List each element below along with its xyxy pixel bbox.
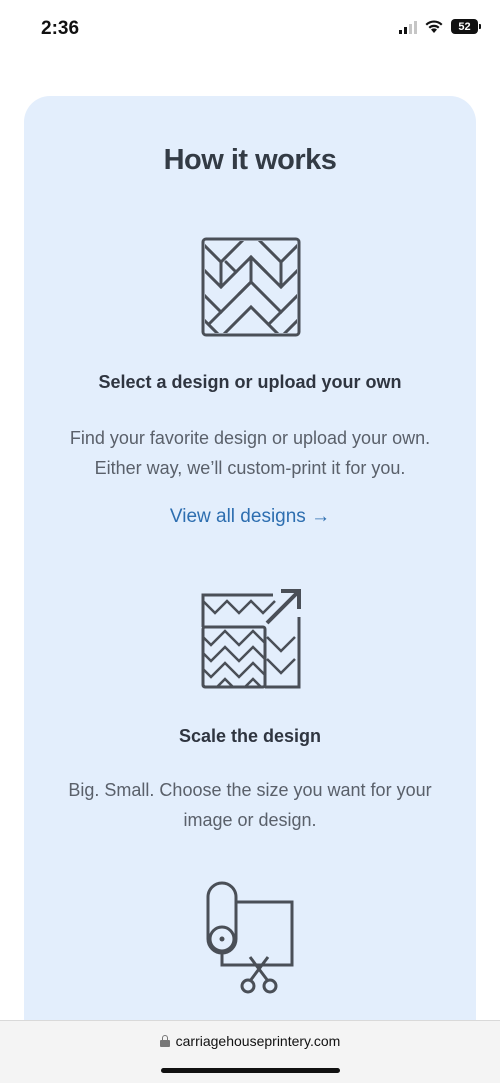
home-indicator[interactable] — [161, 1068, 340, 1073]
wallpaper-roll-scissors-icon — [206, 881, 294, 994]
step-desc-select-design-line2: Either way, we’ll custom-print it for yo… — [94, 458, 406, 478]
status-time: 2:36 — [41, 18, 80, 39]
herringbone-pattern-icon — [201, 237, 301, 337]
scale-pattern-icon — [201, 589, 301, 689]
wifi-icon — [425, 20, 443, 33]
step-desc-select-design-line1: Find your favorite design or upload your… — [69, 428, 431, 448]
browser-address-bar[interactable]: carriagehouseprintery.com — [0, 1020, 500, 1083]
step-title-scale-design: Scale the design — [178, 726, 322, 746]
battery-icon: 52 — [451, 19, 481, 34]
battery-level: 52 — [458, 20, 471, 33]
lock-icon — [159, 1035, 170, 1047]
how-it-works-section: How it works Select a design or upload y… — [24, 96, 476, 1036]
section-title: How it works — [163, 144, 337, 176]
step-desc-scale-design-line1: Big. Small. Choose the size you want for… — [68, 780, 432, 800]
step-title-select-design: Select a design or upload your own — [98, 372, 402, 392]
cellular-signal-icon — [399, 20, 417, 34]
view-all-designs-link[interactable]: View all designs → — [24, 506, 476, 528]
status-bar: 2:36 52 — [0, 0, 500, 60]
url-row[interactable]: carriagehouseprintery.com — [0, 1033, 500, 1049]
status-icons: 52 — [399, 19, 481, 34]
step-desc-scale-design-line2: image or design. — [183, 810, 317, 830]
url-text[interactable]: carriagehouseprintery.com — [176, 1033, 341, 1049]
